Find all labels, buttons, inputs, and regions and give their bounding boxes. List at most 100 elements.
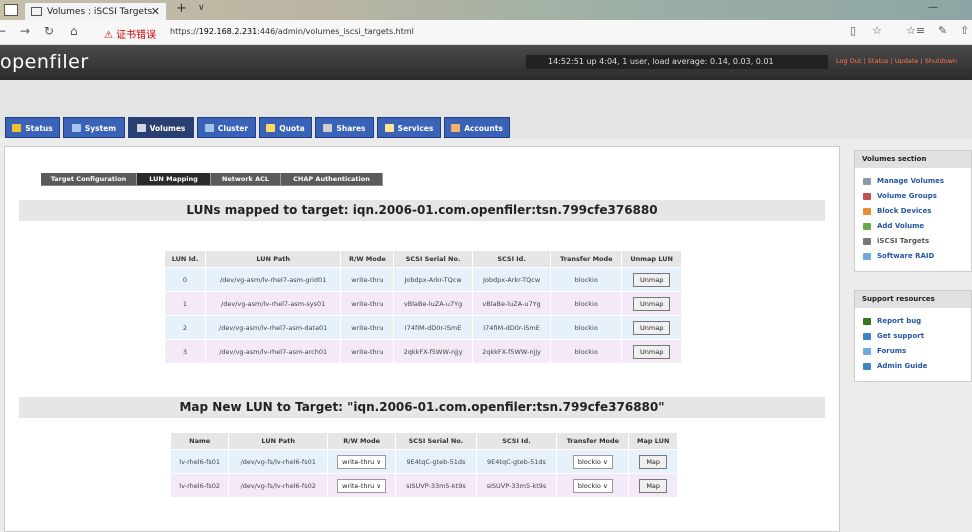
lun-id: 2: [164, 315, 206, 340]
scsi-id: vBlaBe-luZA-u7Yg: [471, 291, 552, 316]
tab-quota[interactable]: Quota: [259, 117, 312, 138]
col-name: Name: [169, 432, 230, 450]
tab-cluster[interactable]: Cluster: [197, 117, 256, 138]
tab-status[interactable]: Status: [5, 117, 60, 138]
transfer-mode: blockio: [550, 315, 623, 340]
sidebar-item-manage-volumes[interactable]: Manage Volumes: [855, 174, 971, 189]
sidebar-item-block-devices[interactable]: Block Devices: [855, 204, 971, 219]
back-icon[interactable]: ←: [0, 24, 6, 38]
certificate-warning[interactable]: ⚠ 证书错误: [104, 26, 156, 41]
mapped-luns-table: LUN Id. LUN Path R/W Mode SCSI Serial No…: [164, 250, 682, 364]
col-scsi-id: SCSI Id.: [471, 250, 552, 268]
tab-menu-icon[interactable]: ∨: [198, 3, 205, 13]
unmap-button[interactable]: Unmap: [633, 344, 671, 359]
col-lun-path: LUN Path: [228, 432, 329, 450]
minimize-icon[interactable]: —: [928, 2, 938, 13]
col-scsi-serial: SCSI Serial No.: [395, 432, 477, 450]
map-button[interactable]: Map: [639, 478, 668, 493]
new-tab-icon[interactable]: +: [176, 1, 187, 16]
lun-path: /dev/vg-asm/lv-rhel7-asm-sys01: [204, 291, 342, 316]
col-lun-path: LUN Path: [204, 250, 342, 268]
favorite-star-icon[interactable]: ☆: [872, 24, 882, 37]
shares-icon: [323, 124, 333, 132]
rw-mode-select[interactable]: write-thru ∨: [337, 454, 387, 469]
sidebar-item-add-volume[interactable]: Add Volume: [855, 219, 971, 234]
lun-path: /dev/vg-asm/lv-rhel7-asm-data01: [204, 315, 342, 340]
transfer-mode: blockio: [550, 267, 623, 292]
table-row: 3 /dev/vg-asm/lv-rhel7-asm-arch01 write-…: [164, 339, 682, 364]
services-icon: [384, 124, 394, 132]
transfer-mode-select[interactable]: blockio ∨: [572, 454, 613, 469]
col-transfer-mode: Transfer Mode: [556, 432, 630, 450]
table-row: 0 /dev/vg-asm/lv-rhel7-asm-grid01 write-…: [164, 267, 682, 292]
favorites-list-icon[interactable]: ☆≡: [906, 24, 925, 37]
support-resources-title: Support resources: [855, 291, 971, 308]
scsi-id: Jobdpx-Arkr-TQcw: [471, 267, 552, 292]
col-unmap-lun: Unmap LUN: [621, 250, 682, 268]
shutdown-link[interactable]: Shutdown: [925, 57, 957, 65]
close-tab-icon[interactable]: ✕: [151, 5, 160, 18]
browser-tab[interactable]: Volumes : iSCSI Targets ✕: [24, 2, 167, 20]
tab-volumes[interactable]: Volumes: [128, 117, 194, 138]
col-map-lun: Map LUN: [628, 432, 678, 450]
window-menu-icon[interactable]: [4, 4, 18, 16]
openfiler-header: openfiler 14:52:51 up 4:04, 1 user, load…: [0, 45, 972, 80]
scsi-serial: Jobdpx-Arkr-TQcw: [393, 267, 473, 292]
subtab-chap-authentication[interactable]: CHAP Authentication: [281, 173, 383, 185]
status-link[interactable]: Status: [868, 57, 889, 65]
notes-icon[interactable]: ✎: [938, 24, 947, 37]
share-icon[interactable]: ⇧: [960, 24, 969, 37]
unmap-button[interactable]: Unmap: [633, 296, 671, 311]
sidebar-item-get-support[interactable]: Get support: [855, 329, 971, 344]
sidebar-item-iscsi-targets[interactable]: iSCSI Targets: [855, 234, 971, 249]
sidebar-item-volume-groups[interactable]: Volume Groups: [855, 189, 971, 204]
rw-mode: write-thru: [340, 315, 395, 340]
logout-link[interactable]: Log Out: [836, 57, 861, 65]
mapped-luns-title: LUNs mapped to target: iqn.2006-01.com.o…: [19, 200, 825, 221]
scsi-serial: 2qkkFX-f5WW-njjy: [393, 339, 473, 364]
lun-id: 3: [164, 339, 206, 364]
col-rw-mode: R/W Mode: [327, 432, 397, 450]
sidebar-item-software-raid[interactable]: Software RAID: [855, 249, 971, 264]
unmap-button[interactable]: Unmap: [633, 272, 671, 287]
manage-volumes-icon: [863, 178, 871, 185]
subtab-lun-mapping[interactable]: LUN Mapping: [137, 173, 211, 185]
main-content: Target Configuration LUN Mapping Network…: [4, 146, 840, 532]
scsi-serial: 9E4tqC-gteb-51ds: [395, 449, 477, 474]
tab-shares[interactable]: Shares: [315, 117, 374, 138]
url-field[interactable]: https://192.168.2.231:446/admin/volumes_…: [170, 27, 414, 36]
unmap-button[interactable]: Unmap: [633, 320, 671, 335]
subtab-network-acl[interactable]: Network ACL: [211, 173, 281, 185]
header-links: Log Out | Status | Update | Shutdown: [836, 57, 958, 65]
table-header-row: Name LUN Path R/W Mode SCSI Serial No. S…: [169, 432, 678, 450]
rw-mode: write-thru: [340, 339, 395, 364]
reading-view-icon[interactable]: ▯: [850, 24, 856, 37]
admin-guide-icon: [863, 363, 871, 370]
sidebar-item-report-bug[interactable]: Report bug: [855, 314, 971, 329]
tab-accounts[interactable]: Accounts: [444, 117, 510, 138]
transfer-mode-select[interactable]: blockio ∨: [572, 478, 613, 493]
tab-services[interactable]: Services: [377, 117, 441, 138]
block-devices-icon: [863, 208, 871, 215]
tab-system[interactable]: System: [63, 117, 125, 138]
software-raid-icon: [863, 253, 871, 260]
sidebar-item-forums[interactable]: Forums: [855, 344, 971, 359]
map-new-lun-table: Name LUN Path R/W Mode SCSI Serial No. S…: [169, 432, 678, 498]
rw-mode-select[interactable]: write-thru ∨: [337, 478, 387, 493]
support-resources-box: Support resources Report bug Get support…: [854, 290, 972, 382]
map-button[interactable]: Map: [639, 454, 668, 469]
lun-path: /dev/vg-asm/lv-rhel7-asm-arch01: [204, 339, 342, 364]
report-bug-icon: [863, 318, 871, 325]
scsi-serial: I74fIM-dD0r-iSmE: [393, 315, 473, 340]
forward-icon[interactable]: →: [20, 24, 30, 38]
cluster-icon: [204, 124, 214, 132]
sidebar-item-admin-guide[interactable]: Admin Guide: [855, 359, 971, 374]
home-icon[interactable]: ⌂: [70, 24, 78, 38]
chevron-down-icon: ∨: [602, 457, 608, 466]
col-scsi-id: SCSI Id.: [475, 432, 558, 450]
reload-icon[interactable]: ↻: [44, 24, 54, 38]
subtab-target-configuration[interactable]: Target Configuration: [41, 173, 137, 185]
address-bar: ← → ↻ ⌂ ⚠ 证书错误 https://192.168.2.231:446…: [0, 20, 972, 45]
accounts-icon: [451, 124, 461, 132]
update-link[interactable]: Update: [895, 57, 919, 65]
